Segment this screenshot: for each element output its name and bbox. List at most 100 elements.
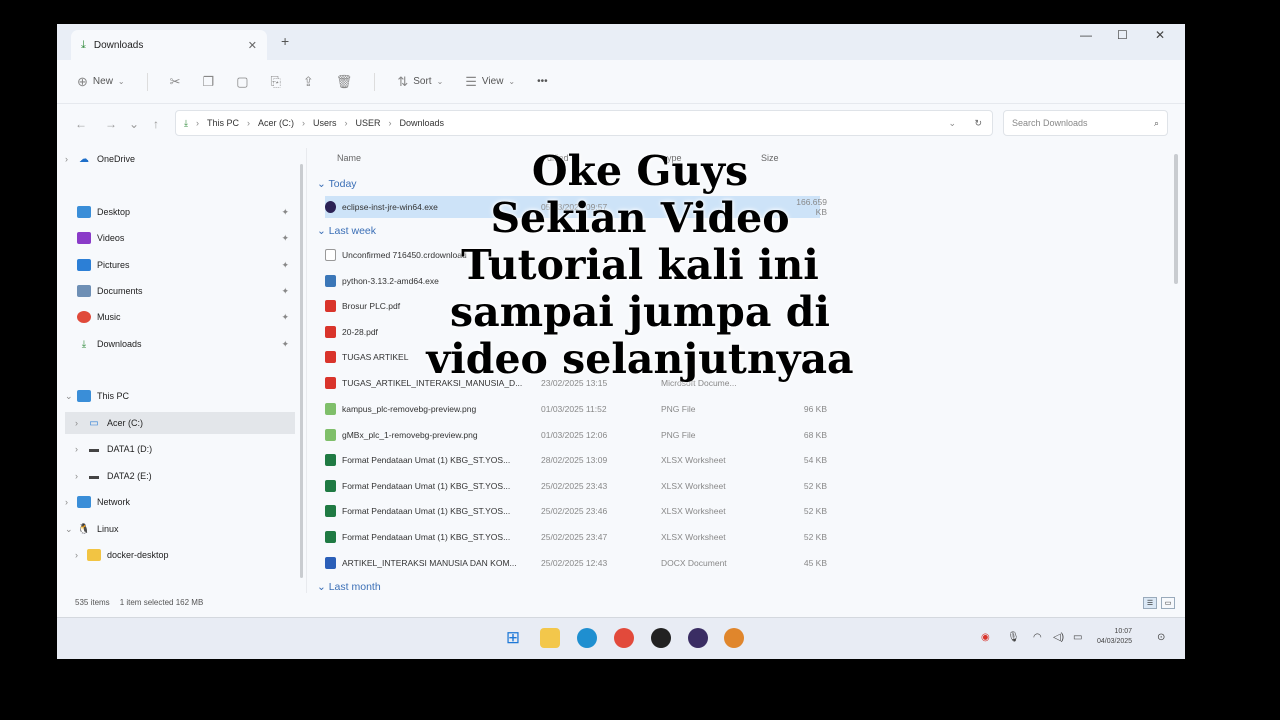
group-header-today[interactable]: ⌄ Today: [317, 178, 357, 190]
sidebar-item-music[interactable]: Music ✦: [65, 306, 295, 328]
pin-icon: ✦: [281, 259, 289, 270]
download-icon: ⤓: [81, 338, 87, 350]
caption-line: Oke Guys: [531, 147, 749, 195]
breadcrumb-downloads[interactable]: Downloads: [400, 118, 445, 128]
chevron-down-icon: ⌄: [436, 77, 444, 86]
address-bar[interactable]: ⤓ › This PC › Acer (C:) › Users › USER ›…: [175, 110, 993, 136]
paste-button[interactable]: ▢: [236, 74, 248, 90]
sidebar-item-downloads[interactable]: ⤓ Downloads ✦: [65, 333, 295, 355]
sidebar-item-videos[interactable]: Videos ✦: [65, 227, 295, 249]
recent-chevron-icon[interactable]: ⌄: [129, 117, 139, 131]
breadcrumb-this-pc[interactable]: This PC: [207, 118, 239, 128]
group-header-last-month[interactable]: ⌄ Last month: [317, 581, 381, 593]
chevron-right-icon[interactable]: ›: [65, 497, 77, 507]
file-list-scrollbar[interactable]: [1174, 154, 1178, 284]
file-row[interactable]: ARTIKEL_INTERAKSI MANUSIA DAN KOM... 25/…: [325, 552, 827, 574]
sidebar-item-pictures[interactable]: Pictures ✦: [65, 254, 295, 276]
app-icon[interactable]: [724, 628, 744, 648]
sidebar-item-network[interactable]: › Network: [65, 491, 295, 513]
status-bar: 535 items 1 item selected 162 MB: [75, 598, 203, 607]
chevron-right-icon[interactable]: ›: [75, 471, 87, 481]
chevron-right-icon[interactable]: ›: [75, 550, 87, 560]
file-row[interactable]: Format Pendataan Umat (1) KBG_ST.YOS... …: [325, 500, 827, 522]
word-icon: [325, 557, 336, 569]
volume-icon[interactable]: ◁): [1053, 632, 1064, 643]
details-view-icon[interactable]: ☰: [1143, 597, 1157, 609]
sidebar-label: Videos: [97, 233, 125, 243]
microphone-icon[interactable]: 🎙: [1007, 632, 1020, 643]
shield-icon[interactable]: ◉: [981, 632, 990, 643]
toolbar-divider: [146, 72, 148, 91]
wifi-icon[interactable]: ◠: [1033, 632, 1042, 643]
breadcrumb-acer[interactable]: Acer (C:): [258, 118, 294, 128]
breadcrumb-user[interactable]: USER: [356, 118, 381, 128]
back-arrow-icon[interactable]: ←: [75, 117, 87, 131]
sidebar-item-onedrive[interactable]: › ☁ OneDrive: [65, 148, 295, 170]
new-button[interactable]: ⊕ New ⌄: [77, 74, 125, 90]
file-date: 25/02/2025 23:43: [541, 481, 608, 491]
maximize-button[interactable]: ☐: [1117, 28, 1128, 42]
sidebar-item-documents[interactable]: Documents ✦: [65, 280, 295, 302]
copy-button[interactable]: ❐: [203, 74, 215, 90]
file-row[interactable]: Format Pendataan Umat (1) KBG_ST.YOS... …: [325, 526, 827, 548]
eclipse-icon[interactable]: [688, 628, 708, 648]
up-arrow-icon[interactable]: ↑: [153, 117, 159, 131]
battery-icon[interactable]: ▭: [1073, 632, 1082, 643]
sidebar-item-this-pc[interactable]: ⌄ This PC: [65, 385, 295, 407]
new-tab-button[interactable]: +: [281, 33, 289, 49]
chevron-right-icon[interactable]: ›: [75, 444, 87, 454]
tiles-view-icon[interactable]: ▭: [1161, 597, 1175, 609]
sidebar-scrollbar[interactable]: [300, 164, 303, 578]
pane-divider[interactable]: [306, 148, 307, 593]
group-header-last-week[interactable]: ⌄ Last week: [317, 225, 376, 237]
file-row[interactable]: Format Pendataan Umat (1) KBG_ST.YOS... …: [325, 449, 827, 471]
notification-icon[interactable]: ⊙: [1157, 632, 1165, 643]
videos-icon: [77, 232, 91, 244]
address-dropdown-icon[interactable]: ⌄: [948, 118, 956, 129]
file-row[interactable]: Format Pendataan Umat (1) KBG_ST.YOS... …: [325, 475, 827, 497]
sidebar-item-desktop[interactable]: Desktop ✦: [65, 201, 295, 223]
share-button[interactable]: ⇪: [303, 74, 314, 90]
file-row[interactable]: kampus_plc-removebg-preview.png 01/03/20…: [325, 398, 827, 420]
python-icon: [325, 275, 336, 287]
group-label: Today: [328, 178, 357, 190]
close-tab-icon[interactable]: ✕: [248, 39, 257, 52]
rename-button[interactable]: ⎘: [270, 74, 280, 90]
chevron-down-icon[interactable]: ⌄: [65, 391, 77, 402]
refresh-icon[interactable]: ↻: [974, 118, 982, 129]
forward-arrow-icon[interactable]: →: [105, 117, 117, 131]
pin-icon: ✦: [281, 206, 289, 217]
sidebar-item-acer-c[interactable]: › ▭ Acer (C:): [65, 412, 295, 434]
windows-start-icon[interactable]: ⊞: [503, 628, 523, 648]
minimize-button[interactable]: —: [1080, 28, 1092, 42]
group-label: Last week: [328, 225, 376, 237]
drive-icon: ▭: [89, 417, 99, 429]
breadcrumb-users[interactable]: Users: [313, 118, 337, 128]
tab-label: Downloads: [93, 39, 144, 51]
sidebar-item-linux[interactable]: ⌄ 🐧 Linux: [65, 518, 295, 540]
column-header-name[interactable]: Name: [337, 153, 361, 163]
cut-button[interactable]: ✂: [170, 74, 181, 90]
file-explorer-icon[interactable]: [540, 628, 560, 648]
edge-browser-icon[interactable]: [577, 628, 597, 648]
sort-button[interactable]: ⇅ Sort ⌄: [397, 74, 443, 90]
delete-button[interactable]: 🗑: [336, 74, 353, 90]
taskbar-clock[interactable]: 10:07 04/03/2025: [1097, 627, 1132, 647]
file-row[interactable]: gMBx_plc_1-removebg-preview.png 01/03/20…: [325, 424, 827, 446]
search-input[interactable]: Search Downloads ⌕: [1003, 110, 1168, 136]
chrome-browser-icon[interactable]: [614, 628, 634, 648]
cloud-icon: ☁: [79, 153, 89, 165]
chevron-right-icon[interactable]: ›: [75, 418, 87, 428]
sidebar-item-data2-e[interactable]: › ▬ DATA2 (E:): [65, 465, 295, 487]
chevron-down-icon[interactable]: ⌄: [65, 524, 77, 535]
file-name: Format Pendataan Umat (1) KBG_ST.YOS...: [342, 481, 511, 491]
close-window-button[interactable]: ✕: [1155, 28, 1165, 42]
chevron-right-icon[interactable]: ›: [65, 154, 77, 164]
view-button[interactable]: ☰ View ⌄: [465, 74, 515, 90]
more-options-button[interactable]: •••: [537, 76, 548, 87]
sidebar-item-data1-d[interactable]: › ▬ DATA1 (D:): [65, 438, 295, 460]
obs-icon[interactable]: [651, 628, 671, 648]
sidebar-item-docker-desktop[interactable]: › docker-desktop: [65, 544, 295, 566]
tab-downloads[interactable]: ⤓ Downloads ✕: [71, 30, 267, 60]
excel-icon: [325, 505, 336, 517]
